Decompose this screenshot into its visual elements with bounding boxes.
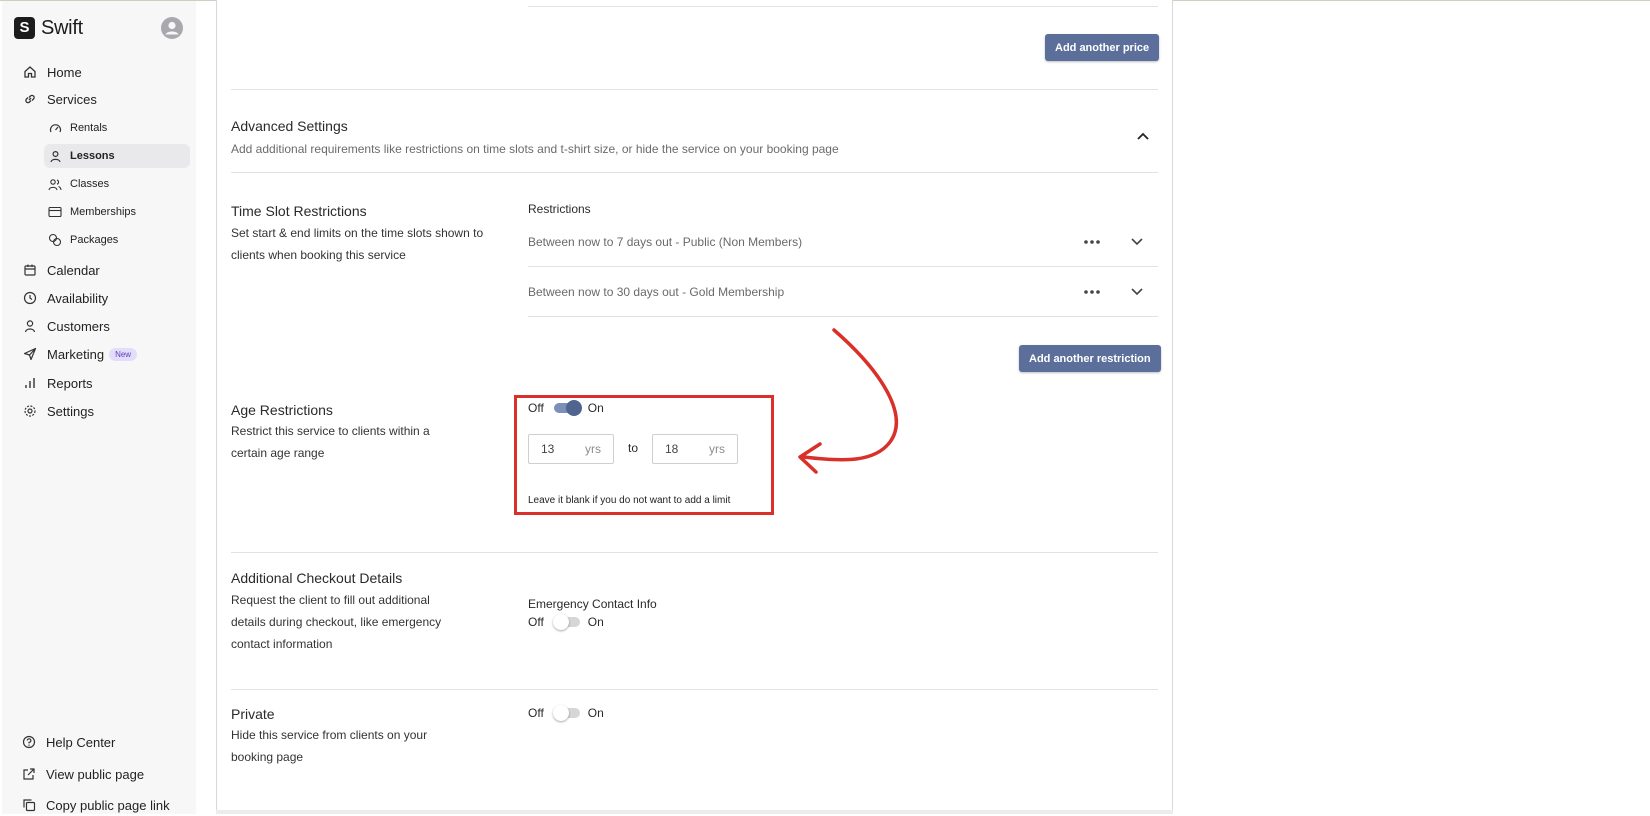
more-options-icon[interactable] (1083, 289, 1101, 295)
time-slot-restrictions-description: Set start & end limits on the time slots… (231, 226, 484, 262)
new-badge: New (109, 347, 138, 361)
restriction-row[interactable]: Between now to 30 days out - Gold Member… (528, 280, 1158, 304)
sidebar-subitem-lessons[interactable]: Lessons (44, 144, 190, 168)
add-another-price-button[interactable]: Add another price (1045, 34, 1160, 61)
advanced-settings-title: Advanced Settings (231, 118, 348, 134)
clock-icon (22, 290, 38, 306)
sidebar-item-home[interactable]: Home (16, 60, 192, 84)
help-circle-icon (22, 735, 36, 749)
external-link-icon (22, 767, 36, 781)
more-options-icon[interactable] (1083, 239, 1101, 245)
divider (231, 89, 1158, 90)
sidebar-subitem-classes[interactable]: Classes (44, 172, 190, 196)
home-icon (22, 64, 38, 80)
sidebar-item-availability[interactable]: Availability (16, 286, 192, 310)
calendar-icon (22, 262, 38, 278)
sidebar-subitem-label: Rentals (70, 122, 108, 134)
divider (528, 316, 1158, 317)
sidebar-item-services[interactable]: Services (16, 87, 192, 111)
advanced-settings-description: Add additional requirements like restric… (231, 142, 839, 156)
sidebar-subitem-memberships[interactable]: Memberships (44, 200, 190, 224)
divider (528, 6, 1158, 7)
account-avatar-icon[interactable] (161, 17, 183, 39)
private-description: Hide this service from clients on your b… (231, 728, 428, 764)
divider (231, 172, 1158, 173)
footer-link-label: Help Center (46, 734, 116, 750)
sidebar-item-reports[interactable]: Reports (16, 371, 192, 395)
sidebar-subitem-label: Memberships (70, 206, 137, 218)
brand-name: Swift (41, 16, 83, 39)
collapse-chevron-up-icon[interactable] (1136, 131, 1150, 141)
divider (231, 689, 1158, 690)
user-icon (48, 149, 62, 163)
sidebar-subitem-label: Lessons (70, 150, 115, 162)
footer-link-label: Copy public page link (46, 797, 170, 813)
toggle-knob (552, 705, 569, 721)
brand-logo-icon: S (14, 17, 35, 39)
sidebar-item-label: Settings (47, 403, 94, 419)
sidebar-item-label: Calendar (47, 262, 100, 278)
sidebar-item-marketing[interactable]: Marketing New (16, 342, 192, 366)
toggle-off-label: Off (528, 706, 544, 720)
add-another-restriction-button[interactable]: Add another restriction (1019, 345, 1161, 372)
sidebar-item-label: Services (47, 91, 97, 107)
sidebar: S Swift Home Services Rentals Lessons Cl… (2, 1, 196, 814)
private-toggle[interactable] (552, 705, 580, 721)
emergency-contact-label: Emergency Contact Info (528, 597, 657, 611)
send-icon (22, 346, 38, 362)
card-icon (48, 205, 62, 219)
coins-icon (48, 233, 62, 247)
emergency-contact-toggle[interactable] (552, 614, 580, 630)
copy-icon (22, 798, 36, 812)
chevron-down-icon[interactable] (1130, 237, 1144, 247)
restriction-text: Between now to 7 days out - Public (Non … (528, 235, 803, 249)
annotation-arrow-icon (798, 328, 899, 474)
sidebar-subitem-label: Classes (70, 178, 110, 190)
checkout-details-title: Additional Checkout Details (231, 570, 403, 586)
toggle-off-label: Off (528, 615, 544, 629)
restriction-row[interactable]: Between now to 7 days out - Public (Non … (528, 230, 1158, 254)
panel-bottom-edge (216, 810, 1173, 814)
sidebar-item-calendar[interactable]: Calendar (16, 258, 192, 282)
sidebar-subitem-packages[interactable]: Packages (44, 228, 190, 252)
link-icon (22, 91, 38, 107)
restrictions-label: Restrictions (528, 202, 591, 216)
private-title: Private (231, 706, 275, 722)
sidebar-item-label: Marketing (47, 346, 105, 362)
user-icon (22, 318, 38, 334)
bar-chart-icon (22, 375, 38, 391)
sidebar-item-customers[interactable]: Customers (16, 314, 192, 338)
toggle-on-label: On (587, 706, 604, 720)
gauge-icon (48, 121, 62, 135)
toggle-on-label: On (587, 615, 604, 629)
restriction-text: Between now to 30 days out - Gold Member… (528, 285, 785, 299)
copy-public-page-link[interactable]: Copy public page link (22, 794, 170, 816)
age-restrictions-description: Restrict this service to clients within … (231, 424, 430, 460)
sidebar-item-label: Home (47, 64, 82, 80)
sidebar-subitem-label: Packages (70, 234, 119, 246)
time-slot-restrictions-title: Time Slot Restrictions (231, 203, 367, 219)
users-icon (48, 177, 62, 191)
brand[interactable]: S Swift (14, 15, 83, 41)
sidebar-item-settings[interactable]: Settings (16, 399, 192, 423)
divider (528, 266, 1158, 267)
sidebar-item-label: Reports (47, 375, 93, 391)
gear-icon (22, 403, 38, 419)
annotation-highlight-box (514, 395, 774, 515)
private-toggle-group: Off On (528, 705, 604, 721)
age-restrictions-title: Age Restrictions (231, 402, 333, 418)
help-center-link[interactable]: Help Center (22, 731, 115, 753)
sidebar-item-label: Customers (47, 318, 110, 334)
divider (231, 552, 1158, 553)
chevron-down-icon[interactable] (1130, 287, 1144, 297)
footer-link-label: View public page (46, 766, 145, 782)
checkout-details-description: Request the client to fill out additiona… (231, 593, 442, 651)
view-public-page-link[interactable]: View public page (22, 763, 144, 785)
emergency-contact-toggle-group: Off On (528, 614, 604, 630)
toggle-knob (552, 614, 569, 630)
sidebar-subitem-rentals[interactable]: Rentals (44, 116, 190, 140)
sidebar-item-label: Availability (47, 290, 109, 306)
